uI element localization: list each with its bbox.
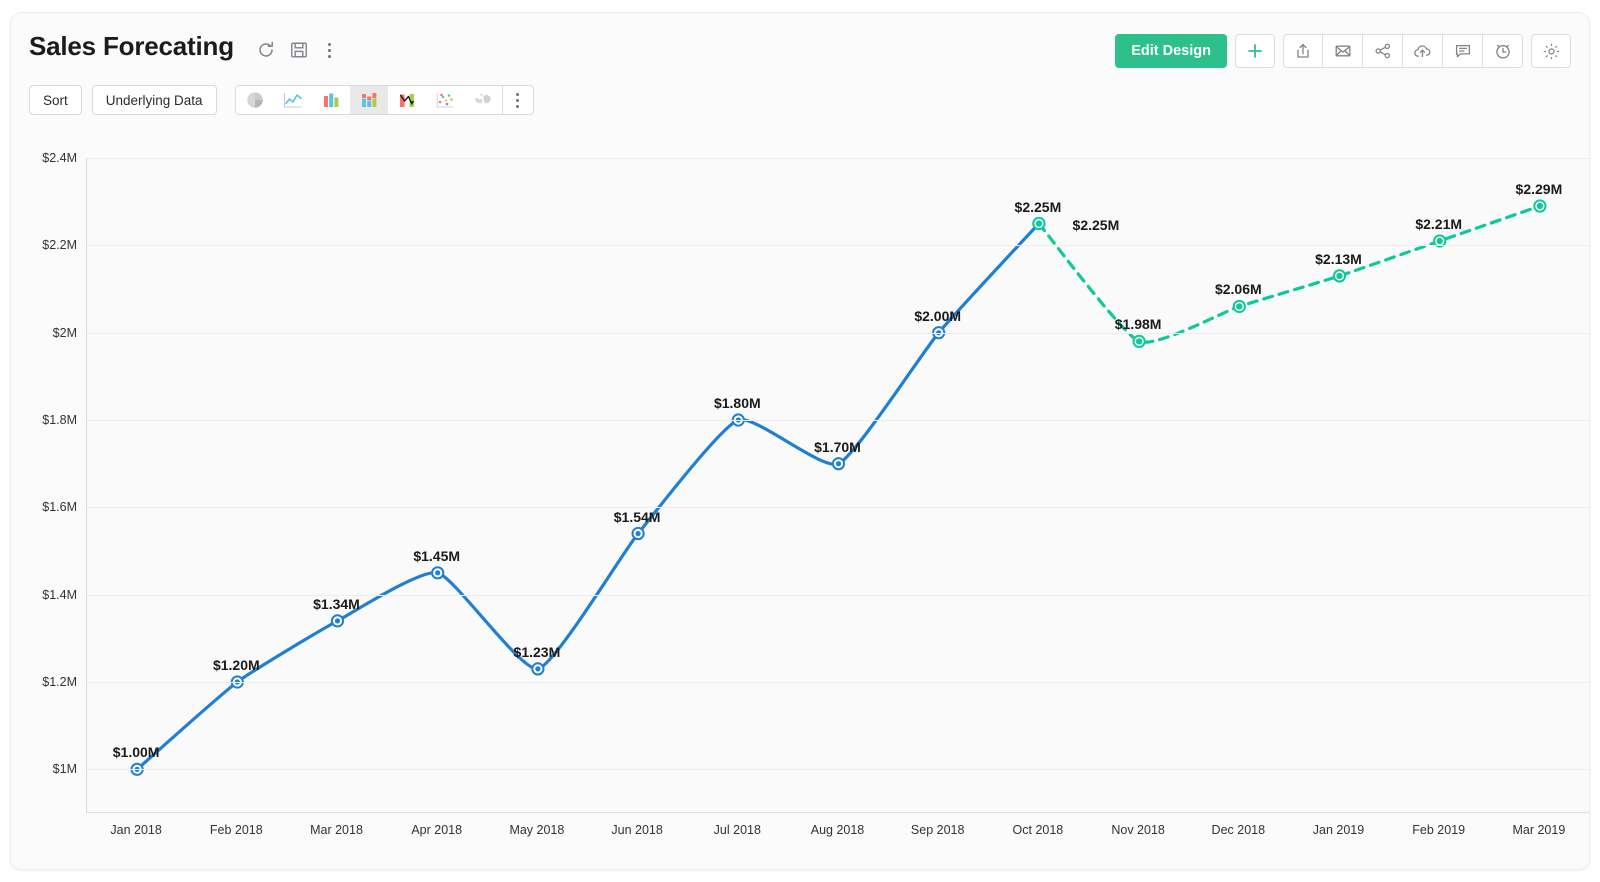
chart-container: $1M $1.2M $1.4M $1.6M $1.8M $2M $2.2M $2.4M Jan … [11,123,1589,869]
data-point-core [335,618,340,623]
data-point-core [1236,303,1242,309]
y-axis-tick: $1.8M [42,413,77,427]
dashboard-card: Sales Forecating [11,13,1589,869]
chart-type-switcher [235,85,534,115]
dot [328,43,331,46]
publish-button[interactable] [1403,34,1443,68]
data-point-core [1437,238,1443,244]
x-axis-tick: Apr 2018 [411,823,462,837]
underlying-data-button[interactable]: Underlying Data [92,85,217,115]
chart-svg [87,158,1589,813]
chart-type-pie[interactable] [236,86,274,114]
x-axis-tick: Dec 2018 [1212,823,1266,837]
dot [516,105,519,108]
x-axis-tick: Aug 2018 [811,823,865,837]
settings-button[interactable] [1531,34,1571,68]
series-line [137,224,1039,770]
header-bar: Sales Forecating [11,13,1589,77]
data-label: $1.80M [714,395,761,411]
y-axis-tick: $1.4M [42,588,77,602]
x-axis-tick: Jan 2019 [1313,823,1364,837]
gridline [87,682,1589,683]
data-point-core [836,461,841,466]
chart-type-combo[interactable] [388,86,426,114]
data-point-core [435,570,440,575]
data-point-core [535,666,540,671]
email-button[interactable] [1323,34,1363,68]
data-point-core [1136,338,1142,344]
data-label: $1.23M [514,644,561,660]
more-options-icon[interactable] [322,40,336,60]
refresh-icon[interactable] [256,40,276,60]
x-axis-tick: Oct 2018 [1013,823,1064,837]
x-axis-tick: Feb 2018 [210,823,263,837]
x-axis-tick: Jul 2018 [714,823,761,837]
y-axis-tick: $2M [53,326,77,340]
chart-more-button[interactable] [503,86,533,114]
alert-button[interactable] [1483,34,1523,68]
add-button[interactable] [1235,34,1275,68]
gridline [87,769,1589,770]
dot [516,99,519,102]
page-title: Sales Forecating [29,31,234,62]
x-axis-tick: Nov 2018 [1111,823,1165,837]
data-point-core [1036,220,1042,226]
data-point-core [636,531,641,536]
x-axis-tick: Mar 2018 [310,823,363,837]
x-axis-tick: Jan 2018 [110,823,161,837]
header-icon-group [1283,34,1523,68]
gridline [87,333,1589,334]
y-axis-tick: $2.4M [42,151,77,165]
x-axis-tick: Jun 2018 [611,823,662,837]
edit-design-button[interactable]: Edit Design [1115,34,1227,68]
x-axis-tick: Mar 2019 [1512,823,1565,837]
x-axis-tick: Sep 2018 [911,823,965,837]
x-axis-tick: Feb 2019 [1412,823,1465,837]
y-axis-tick: $1.6M [42,500,77,514]
data-point-core [1537,203,1543,209]
data-label: $2.25M [1015,199,1062,215]
chart-type-stacked-bar[interactable] [350,86,388,114]
data-label: $1.54M [614,509,661,525]
data-label: $2.21M [1415,216,1462,232]
chart-type-scatter[interactable] [426,86,464,114]
dot [516,93,519,96]
save-icon[interactable] [289,40,309,60]
chart-type-bar[interactable] [312,86,350,114]
data-label: $2.25M [1073,217,1120,233]
chart-toolbar: Sort Underlying Data [11,77,1589,123]
gridline [87,420,1589,421]
share-button[interactable] [1363,34,1403,68]
data-label: $2.00M [914,308,961,324]
header-actions: Edit Design [1115,34,1571,68]
chart-type-line[interactable] [274,86,312,114]
data-label: $1.20M [213,657,260,673]
gridline [87,245,1589,246]
data-label: $1.70M [814,439,861,455]
y-axis-tick: $1.2M [42,675,77,689]
export-button[interactable] [1283,34,1323,68]
data-label: $1.34M [313,596,360,612]
plot-area [86,158,1589,813]
comment-button[interactable] [1443,34,1483,68]
data-label: $2.13M [1315,251,1362,267]
data-label: $2.29M [1516,181,1563,197]
data-label: $1.00M [113,744,160,760]
title-icon-group [256,40,336,60]
data-label: $1.98M [1115,316,1162,332]
dot [328,49,331,52]
sort-button[interactable]: Sort [29,85,82,115]
data-label: $1.45M [413,548,460,564]
gridline [87,507,1589,508]
dot [328,55,331,58]
y-axis-tick: $2.2M [42,238,77,252]
data-point-core [1336,273,1342,279]
data-label: $2.06M [1215,281,1262,297]
chart-type-map[interactable] [464,86,502,114]
y-axis-tick: $1M [53,762,77,776]
gridline [87,158,1589,159]
x-axis-tick: May 2018 [509,823,564,837]
